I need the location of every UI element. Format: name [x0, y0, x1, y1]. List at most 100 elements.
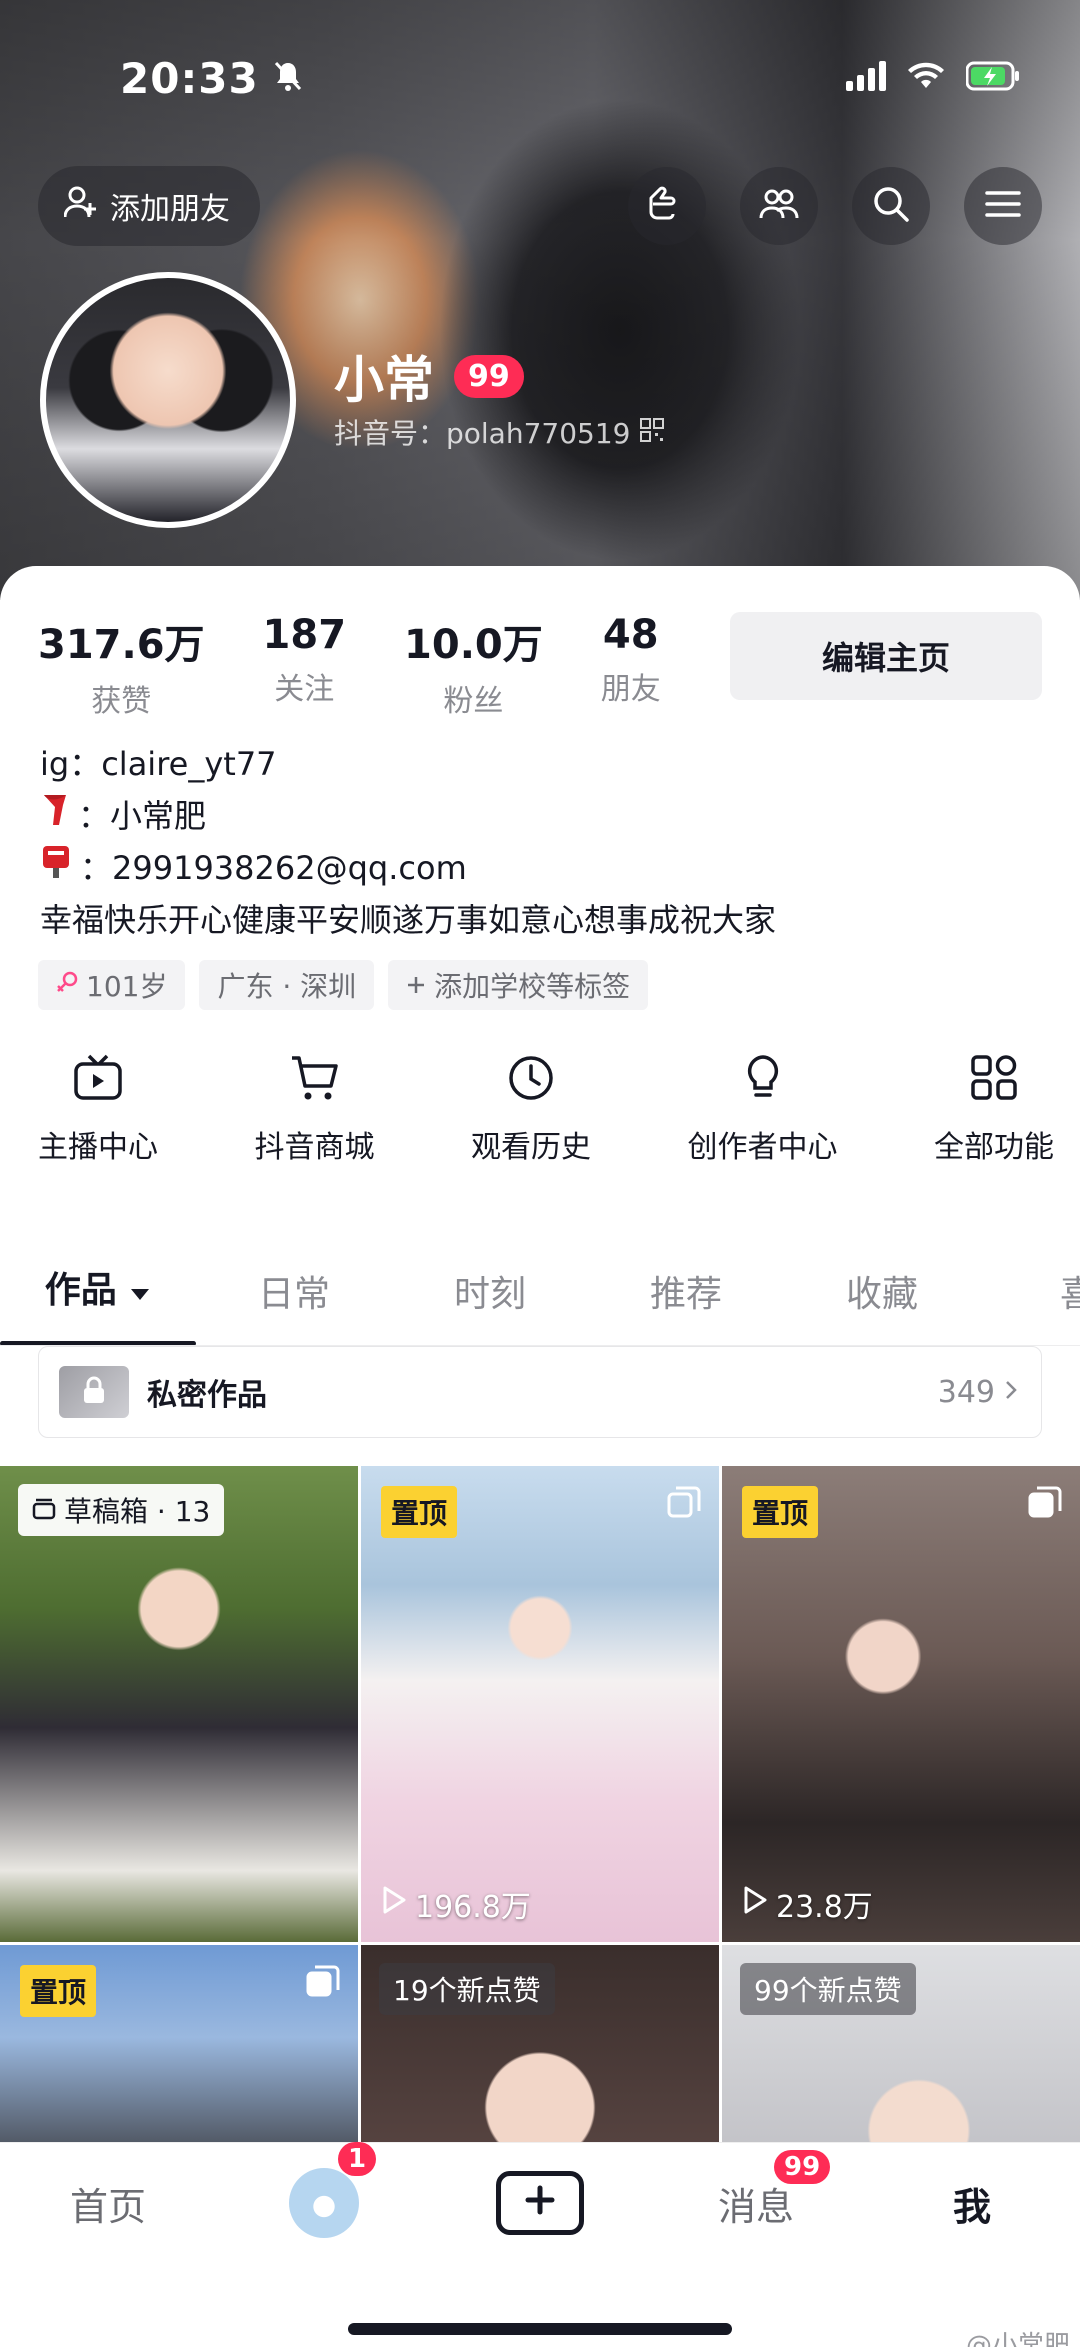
pinned-badge: 置顶 — [742, 1486, 819, 1538]
plus-icon — [524, 2181, 556, 2225]
private-works-count: 349 — [937, 1374, 995, 1410]
nav-messages-label: 消息 — [717, 2184, 794, 2229]
nav-messages[interactable]: 消息 99 — [648, 2149, 864, 2231]
friends-button[interactable] — [740, 167, 818, 245]
stat-label: 关注 — [274, 672, 335, 707]
shortcut-label: 观看历史 — [471, 1130, 591, 1165]
multi-image-icon — [306, 1965, 340, 2003]
create-button[interactable] — [496, 2171, 584, 2235]
qr-code-icon[interactable] — [640, 416, 665, 449]
add-friend-label: 添加朋友 — [110, 192, 230, 227]
search-icon — [872, 185, 910, 227]
tag-location[interactable]: 广东 · 深圳 — [199, 960, 375, 1010]
stat-value: 317.6万 — [38, 622, 205, 668]
lightbulb-icon — [738, 1054, 788, 1106]
play-icon — [381, 1885, 407, 1923]
nav-me[interactable]: 我 — [864, 2176, 1080, 2231]
tab-favorites[interactable]: 收藏 — [784, 1265, 980, 1317]
profile-avatar[interactable] — [40, 272, 296, 528]
name-badge[interactable]: 99 — [454, 354, 524, 398]
view-count: 196.8万 — [381, 1882, 531, 1926]
bio-line-4: 幸福快乐开心健康平安顺遂万事如意心想事成祝大家 — [40, 901, 777, 939]
shortcut-label: 主播中心 — [38, 1130, 158, 1165]
private-works-title: 私密作品 — [147, 1378, 267, 1413]
profile-card: 317.6万 获赞 187 关注 10.0万 粉丝 48 朋友 编辑主页 ig：… — [0, 566, 1080, 2177]
tab-works[interactable]: 作品 — [0, 1236, 196, 1345]
tag-add-school-text: 添加学校等标签 — [434, 970, 631, 1003]
signal-icon — [846, 61, 886, 95]
menu-button[interactable] — [964, 167, 1042, 245]
feature-shortcuts: 主播中心 抖音商城 观看历史 创作者中心 全部功能 — [0, 1054, 1080, 1166]
hamburger-menu-icon — [985, 189, 1021, 223]
profile-name: 小常 — [334, 351, 434, 409]
nav-create[interactable] — [432, 2171, 648, 2235]
add-person-icon — [63, 185, 98, 227]
tv-icon — [73, 1054, 123, 1106]
status-bar: 20:33 — [120, 48, 1020, 108]
private-works-row[interactable]: 私密作品 349 — [38, 1346, 1042, 1438]
friends-avatar — [289, 2168, 359, 2238]
view-count: 23.8万 — [742, 1882, 873, 1926]
stat-label: 粉丝 — [443, 684, 504, 719]
mute-bell-icon — [273, 60, 303, 96]
shortcut-label: 抖音商城 — [254, 1130, 375, 1165]
shortcut-live-center[interactable]: 主播中心 — [38, 1054, 158, 1166]
works-grid: 草稿箱 · 13 置顶 196.8万 置顶 23.8万 置顶 19个新点赞 99… — [0, 1466, 1080, 2177]
nav-friends[interactable]: 1 — [216, 2142, 432, 2238]
view-count-text: 23.8万 — [776, 1890, 873, 1925]
douyin-id[interactable]: 抖音号：polah770519 — [334, 412, 665, 452]
pinned-badge: 置顶 — [381, 1486, 458, 1538]
bio-line-2: ：小常肥 — [78, 797, 207, 835]
stat-likes[interactable]: 317.6万 获赞 — [38, 612, 205, 720]
bottom-tab-bar: 首页 1 消息 99 我 @小常肥 — [0, 2142, 1080, 2347]
clock-icon — [506, 1054, 556, 1106]
chevron-right-icon — [1003, 1378, 1019, 1406]
tab-daily[interactable]: 日常 — [196, 1265, 392, 1317]
postbox-icon — [40, 842, 72, 894]
drafts-badge[interactable]: 草稿箱 · 13 — [18, 1484, 225, 1536]
video-tile[interactable]: 草稿箱 · 13 — [0, 1466, 358, 1942]
plus-icon — [406, 969, 426, 1002]
watermark: @小常肥 — [965, 2331, 1070, 2347]
tag-add-school[interactable]: 添加学校等标签 — [388, 960, 649, 1010]
caret-down-icon — [129, 1270, 151, 1311]
stat-friends[interactable]: 48 朋友 — [601, 612, 661, 720]
shortcut-label: 全部功能 — [934, 1130, 1054, 1165]
bottom-nav: 首页 1 消息 99 我 — [0, 2142, 1080, 2263]
home-indicator — [348, 2323, 732, 2335]
edit-profile-button[interactable]: 编辑主页 — [730, 612, 1042, 700]
shortcut-label: 创作者中心 — [687, 1130, 838, 1165]
add-friend-button[interactable]: 添加朋友 — [38, 166, 260, 246]
tag-age[interactable]: 101岁 — [38, 960, 186, 1010]
shopping-cart-icon — [290, 1054, 340, 1106]
tab-moments[interactable]: 时刻 — [392, 1265, 588, 1317]
profile-tags: 101岁 广东 · 深圳 添加学校等标签 — [38, 960, 649, 1010]
video-tile[interactable]: 置顶 196.8万 — [361, 1466, 719, 1942]
shortcut-history[interactable]: 观看历史 — [471, 1054, 591, 1166]
profile-bio: ig：claire_yt77 ：小常肥 ：2991938262@qq.com 幸… — [40, 738, 776, 946]
nav-home[interactable]: 首页 — [0, 2176, 216, 2231]
lock-icon — [81, 1375, 107, 1409]
stat-value: 48 — [602, 612, 659, 658]
profile-stats: 317.6万 获赞 187 关注 10.0万 粉丝 48 朋友 — [38, 612, 719, 720]
tag-age-text: 101岁 — [86, 970, 168, 1003]
video-tile[interactable]: 置顶 23.8万 — [722, 1466, 1080, 1942]
scarf-icon — [40, 790, 70, 842]
tab-recommend[interactable]: 推荐 — [588, 1265, 784, 1317]
new-likes-badge: 19个新点赞 — [379, 1963, 555, 2015]
shortcut-creator-center[interactable]: 创作者中心 — [688, 1054, 838, 1166]
tab-label: 作品 — [44, 1269, 117, 1311]
new-likes-badge: 99个新点赞 — [740, 1963, 916, 2015]
shortcut-all-features[interactable]: 全部功能 — [934, 1054, 1054, 1166]
douyin-id-text: 抖音号：polah770519 — [334, 417, 631, 450]
visitor-button[interactable] — [628, 167, 706, 245]
shortcut-mall[interactable]: 抖音商城 — [255, 1054, 375, 1166]
tag-location-text: 广东 · 深圳 — [217, 970, 357, 1003]
search-button[interactable] — [852, 167, 930, 245]
battery-charging-icon — [965, 61, 1020, 95]
profile-topbar: 添加朋友 — [38, 166, 1042, 246]
tab-likes[interactable]: 喜 — [980, 1265, 1080, 1317]
stat-followers[interactable]: 10.0万 粉丝 — [404, 612, 543, 720]
stat-following[interactable]: 187 关注 — [263, 612, 347, 720]
bio-ig: ig：claire_yt77 — [40, 745, 277, 783]
